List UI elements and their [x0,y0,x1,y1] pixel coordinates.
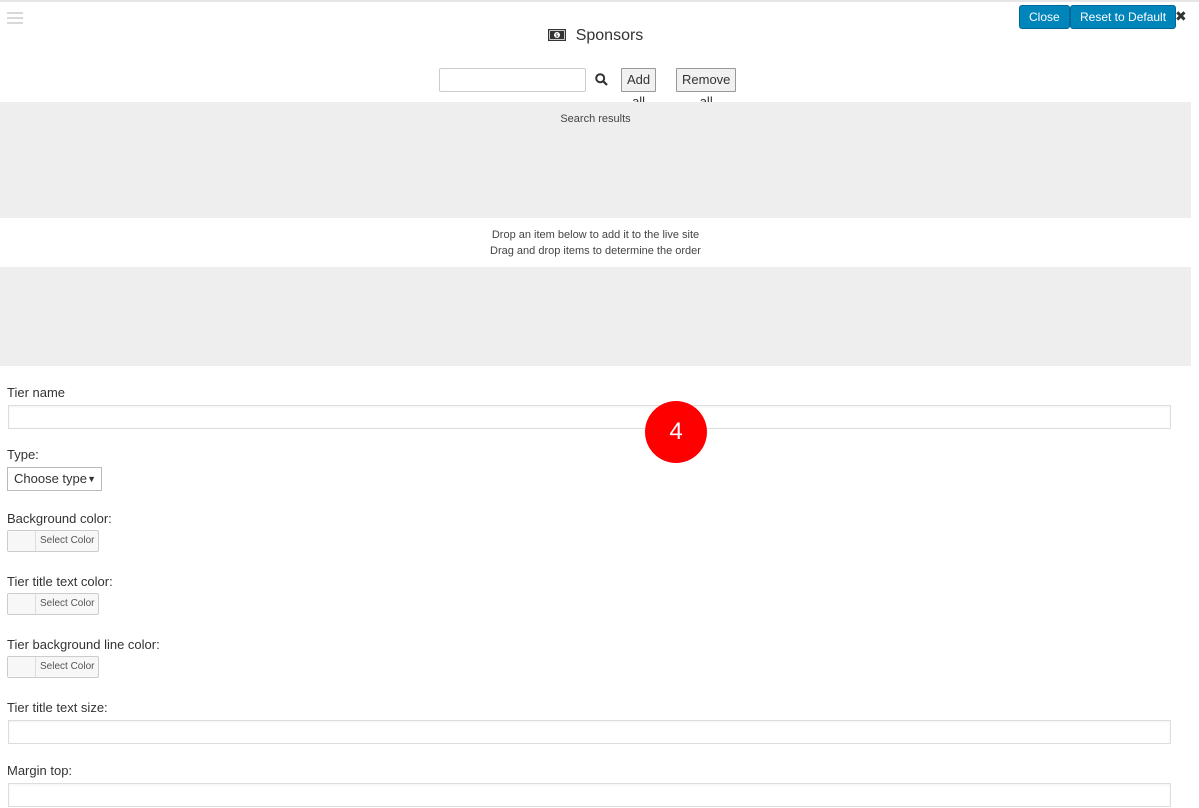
bg-line-color-picker[interactable]: Select Color [7,656,99,678]
drop-zone[interactable] [0,267,1191,366]
type-select-value: Choose type [14,471,87,486]
title-text-color-picker[interactable]: Select Color [7,593,99,615]
reset-to-default-button[interactable]: Reset to Default [1070,5,1177,29]
drop-instruction-2: Drag and drop items to determine the ord… [490,245,701,257]
select-color-label: Select Color [40,661,95,672]
page-title: $ Sponsors [0,27,1191,46]
drop-instruction-1: Drop an item below to add it to the live… [491,229,700,241]
color-swatch [8,531,36,551]
remove-all-button[interactable]: Remove all [676,68,737,109]
color-swatch [8,657,36,677]
color-swatch [8,594,36,614]
hamburger-menu-icon[interactable] [7,12,23,24]
search-results-area[interactable]: Search results [0,102,1191,218]
background-color-picker[interactable]: Select Color [7,530,99,552]
bg-line-color-label: Tier background line color: [7,637,160,652]
step-number-badge: 4 [645,401,707,463]
select-color-label: Select Color [40,598,95,609]
search-icon[interactable] [595,73,608,91]
tier-name-label: Tier name [7,385,66,400]
title-text-size-input[interactable] [8,720,1171,744]
title-text-size-label: Tier title text size: [7,700,108,715]
search-input[interactable] [439,68,586,92]
margin-top-label: Margin top: [7,763,73,778]
close-button[interactable]: Close [1019,5,1070,29]
search-results-label: Search results [560,113,631,125]
svg-text:$: $ [555,33,558,39]
page-title-text: Sponsors [575,27,644,44]
background-color-label: Background color: [7,511,112,526]
margin-top-input[interactable] [8,783,1171,807]
tier-name-input[interactable] [8,405,1171,429]
money-icon: $ [547,28,566,46]
add-all-button[interactable]: Add all [621,68,657,109]
top-border [0,0,1199,2]
type-label: Type: [7,447,39,462]
type-select[interactable]: Choose type ▼ [7,467,102,491]
select-color-label: Select Color [40,535,95,546]
dropdown-arrow-icon: ▼ [87,474,96,484]
title-text-color-label: Tier title text color: [7,574,113,589]
close-icon[interactable]: ✖ [1175,8,1187,25]
